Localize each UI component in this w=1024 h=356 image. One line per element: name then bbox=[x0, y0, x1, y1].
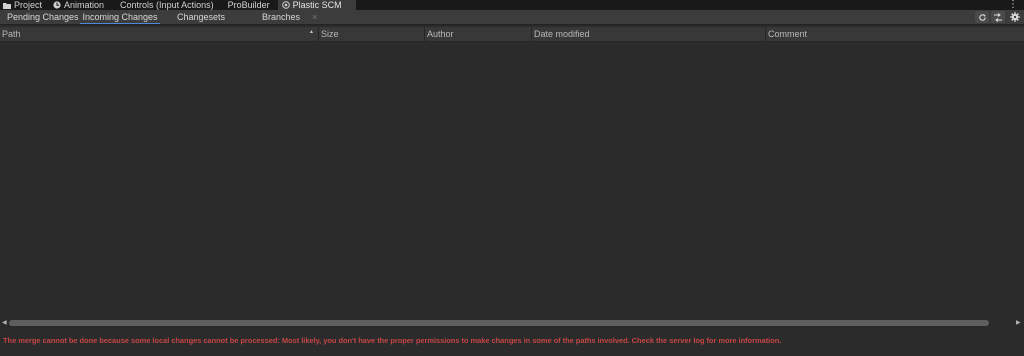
column-header-comment[interactable]: Comment bbox=[765, 27, 1024, 41]
window-tab-label: Animation bbox=[64, 0, 105, 10]
tab-incoming-changes[interactable]: Incoming Changes bbox=[80, 11, 160, 24]
window-tab-label: Plastic SCM bbox=[292, 0, 342, 10]
window-tab-animation[interactable]: Animation bbox=[50, 0, 112, 10]
gear-icon bbox=[1010, 12, 1020, 22]
window-tab-label: Controls (Input Actions) bbox=[120, 0, 214, 10]
column-header-size[interactable]: Size bbox=[318, 27, 424, 41]
sort-ascending-icon: ▲ bbox=[309, 29, 314, 35]
animation-icon bbox=[53, 1, 61, 9]
table-header: Path ▲ Size Author Date modified Comment bbox=[0, 27, 1024, 42]
column-header-date-modified[interactable]: Date modified bbox=[531, 27, 765, 41]
scroll-right-icon[interactable]: ▶ bbox=[1016, 319, 1021, 328]
column-label: Comment bbox=[768, 29, 808, 39]
column-label: Size bbox=[321, 29, 339, 39]
tab-changesets[interactable]: Changesets bbox=[177, 11, 225, 23]
column-label: Author bbox=[427, 29, 454, 39]
window-tab-label: Project bbox=[14, 0, 43, 10]
window-tab-project[interactable]: Project bbox=[0, 0, 50, 10]
column-header-author[interactable]: Author bbox=[424, 27, 531, 41]
scrollbar-thumb[interactable] bbox=[9, 320, 989, 326]
folder-icon bbox=[3, 1, 11, 9]
error-message: The merge cannot be done because some lo… bbox=[3, 336, 782, 345]
column-label: Path bbox=[2, 29, 21, 39]
plastic-scm-icon bbox=[281, 1, 290, 9]
window-tab-strip: Project Animation Controls (Input Action… bbox=[0, 0, 1024, 10]
scroll-left-icon[interactable]: ◀ bbox=[2, 319, 7, 328]
window-tab-controls[interactable]: Controls (Input Actions) bbox=[112, 0, 222, 10]
column-header-path[interactable]: Path bbox=[0, 27, 318, 41]
more-options-icon[interactable]: ⋮ bbox=[1008, 0, 1018, 10]
plastic-toolbar: Pending Changes Incoming Changes Changes… bbox=[0, 10, 1024, 25]
refresh-icon bbox=[978, 13, 986, 21]
window-tab-plastic-scm[interactable]: Plastic SCM bbox=[277, 0, 356, 10]
column-label: Date modified bbox=[534, 29, 590, 39]
window-tab-label: ProBuilder bbox=[227, 0, 270, 10]
horizontal-scrollbar[interactable]: ◀ ▶ bbox=[0, 318, 1024, 329]
incoming-changes-list[interactable] bbox=[0, 42, 1024, 318]
window-tab-probuilder[interactable]: ProBuilder bbox=[222, 0, 278, 10]
close-tab-icon[interactable]: × bbox=[312, 11, 317, 23]
refresh-button[interactable] bbox=[975, 11, 989, 23]
settings-button[interactable] bbox=[1008, 11, 1022, 23]
branch-switch-icon bbox=[994, 12, 1002, 22]
switch-branch-button[interactable] bbox=[991, 11, 1005, 23]
tab-pending-changes[interactable]: Pending Changes bbox=[7, 11, 79, 23]
tab-branches[interactable]: Branches bbox=[262, 11, 300, 23]
